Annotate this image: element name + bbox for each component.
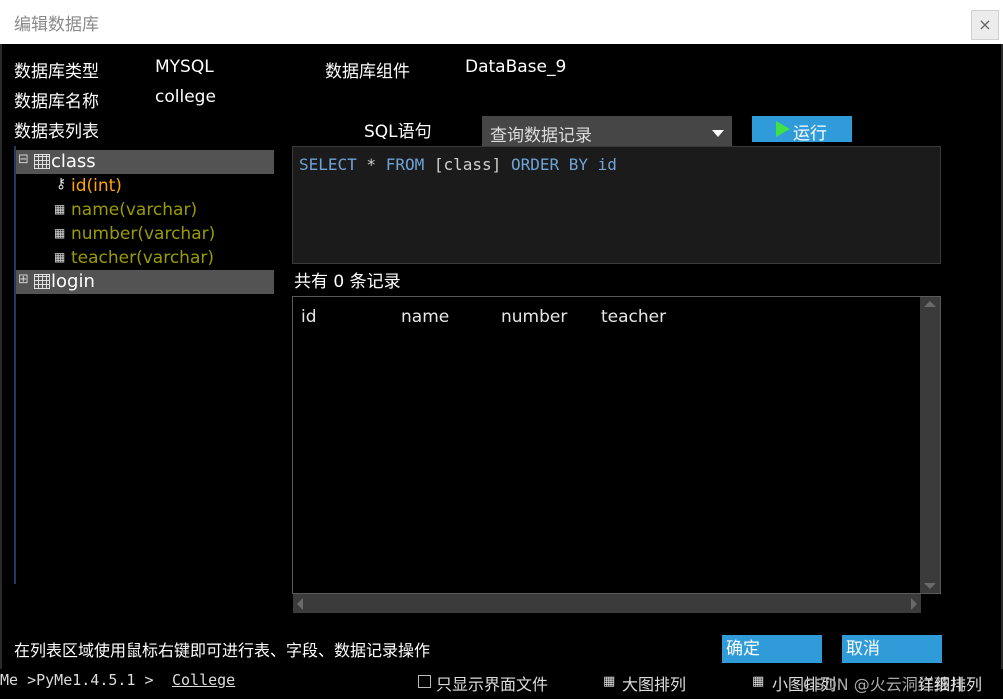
tree-field-label: teacher(varchar) — [71, 248, 214, 268]
horizontal-scrollbar[interactable] — [293, 594, 921, 613]
run-label: 运行 — [793, 124, 827, 144]
db-component-label: 数据库组件 — [325, 62, 410, 82]
table-icon — [34, 154, 50, 169]
sql-keyword: ORDER BY — [510, 155, 588, 174]
details-button[interactable]: 详细排列 — [918, 671, 982, 695]
sql-token: id — [588, 155, 617, 174]
grid-small-icon: ▦ — [752, 674, 765, 689]
sql-label: SQL语句 — [364, 122, 432, 142]
title-bar: 编辑数据库 × — [0, 0, 1003, 44]
close-button[interactable]: × — [971, 10, 999, 40]
tree-field-label: id(int) — [71, 176, 122, 196]
column-header-name[interactable]: name — [401, 307, 449, 327]
sql-editor[interactable]: SELECT * FROM [class] ORDER BY id — [292, 146, 941, 264]
ok-button[interactable]: 确定 — [722, 635, 822, 663]
table-list-label: 数据表列表 — [14, 122, 99, 142]
db-name-label: 数据库名称 — [14, 92, 99, 112]
large-icons-button[interactable]: 大图排列 — [622, 671, 686, 695]
hint-text: 在列表区域使用鼠标右键即可进行表、字段、数据记录操作 — [14, 641, 431, 660]
sql-token: [class] — [424, 155, 511, 174]
sql-token: * — [356, 155, 386, 174]
field-icon: ▦ — [54, 226, 66, 240]
table-icon — [34, 274, 50, 289]
scroll-down-icon[interactable] — [924, 583, 936, 589]
column-header-teacher[interactable]: teacher — [601, 307, 666, 327]
tree-table-label: login — [51, 271, 95, 292]
tree-field-id[interactable]: ⚷ id(int) — [16, 174, 274, 198]
sql-keyword: FROM — [385, 155, 425, 174]
run-button[interactable]: 运行 — [752, 116, 852, 144]
sql-type-selected: 查询数据记录 — [490, 126, 592, 146]
field-icon: ▦ — [54, 250, 66, 264]
play-icon — [776, 121, 790, 137]
scroll-right-icon[interactable] — [911, 598, 917, 610]
scroll-up-icon[interactable] — [924, 301, 936, 307]
expand-icon[interactable]: ⊞ — [18, 273, 29, 286]
tree-field-name[interactable]: ▦ name(varchar) — [16, 198, 274, 222]
record-count: 共有 0 条记录 — [294, 272, 401, 292]
checkbox-icon[interactable] — [418, 675, 431, 688]
path-text: Me >PyMe1.4.5.1 > — [0, 671, 154, 689]
window-title: 编辑数据库 — [14, 15, 99, 35]
column-header-number[interactable]: number — [501, 307, 567, 327]
bottom-bar: Me >PyMe1.4.5.1 > College 只显示界面文件 ▦ 大图排列… — [0, 669, 1003, 699]
key-icon: ⚷ — [56, 176, 67, 192]
sql-keyword: SELECT — [299, 155, 357, 174]
results-grid[interactable]: id name number teacher — [292, 296, 941, 594]
vertical-scrollbar[interactable] — [920, 297, 940, 593]
tree-field-teacher[interactable]: ▦ teacher(varchar) — [16, 246, 274, 270]
grid-large-icon: ▦ — [603, 674, 616, 689]
db-name-value: college — [155, 87, 216, 107]
cancel-button[interactable]: 取消 — [842, 635, 942, 663]
tree-table-login[interactable]: ⊞ login — [16, 270, 274, 294]
db-type-value: MYSQL — [155, 57, 214, 77]
db-type-label: 数据库类型 — [14, 62, 99, 82]
tree-field-number[interactable]: ▦ number(varchar) — [16, 222, 274, 246]
tree-field-label: name(varchar) — [71, 200, 198, 220]
field-icon: ▦ — [54, 202, 66, 216]
tree-table-label: class — [51, 151, 96, 172]
sql-query: SELECT * FROM [class] ORDER BY id — [299, 155, 617, 174]
db-component-value: DataBase_9 — [465, 57, 567, 77]
tree-table-class[interactable]: ⊟ class — [16, 150, 274, 174]
chevron-down-icon — [712, 130, 724, 137]
collapse-icon[interactable]: ⊟ — [18, 153, 29, 166]
show-ui-files-label[interactable]: 只显示界面文件 — [436, 671, 548, 695]
scroll-left-icon[interactable] — [297, 598, 303, 610]
column-header-id[interactable]: id — [301, 307, 317, 327]
path-link[interactable]: College — [172, 671, 235, 689]
sql-type-select[interactable]: 查询数据记录 — [482, 116, 732, 146]
tree-field-label: number(varchar) — [71, 224, 216, 244]
table-tree[interactable]: ⊟ class ⚷ id(int) ▦ name(varchar) ▦ numb… — [14, 146, 274, 584]
